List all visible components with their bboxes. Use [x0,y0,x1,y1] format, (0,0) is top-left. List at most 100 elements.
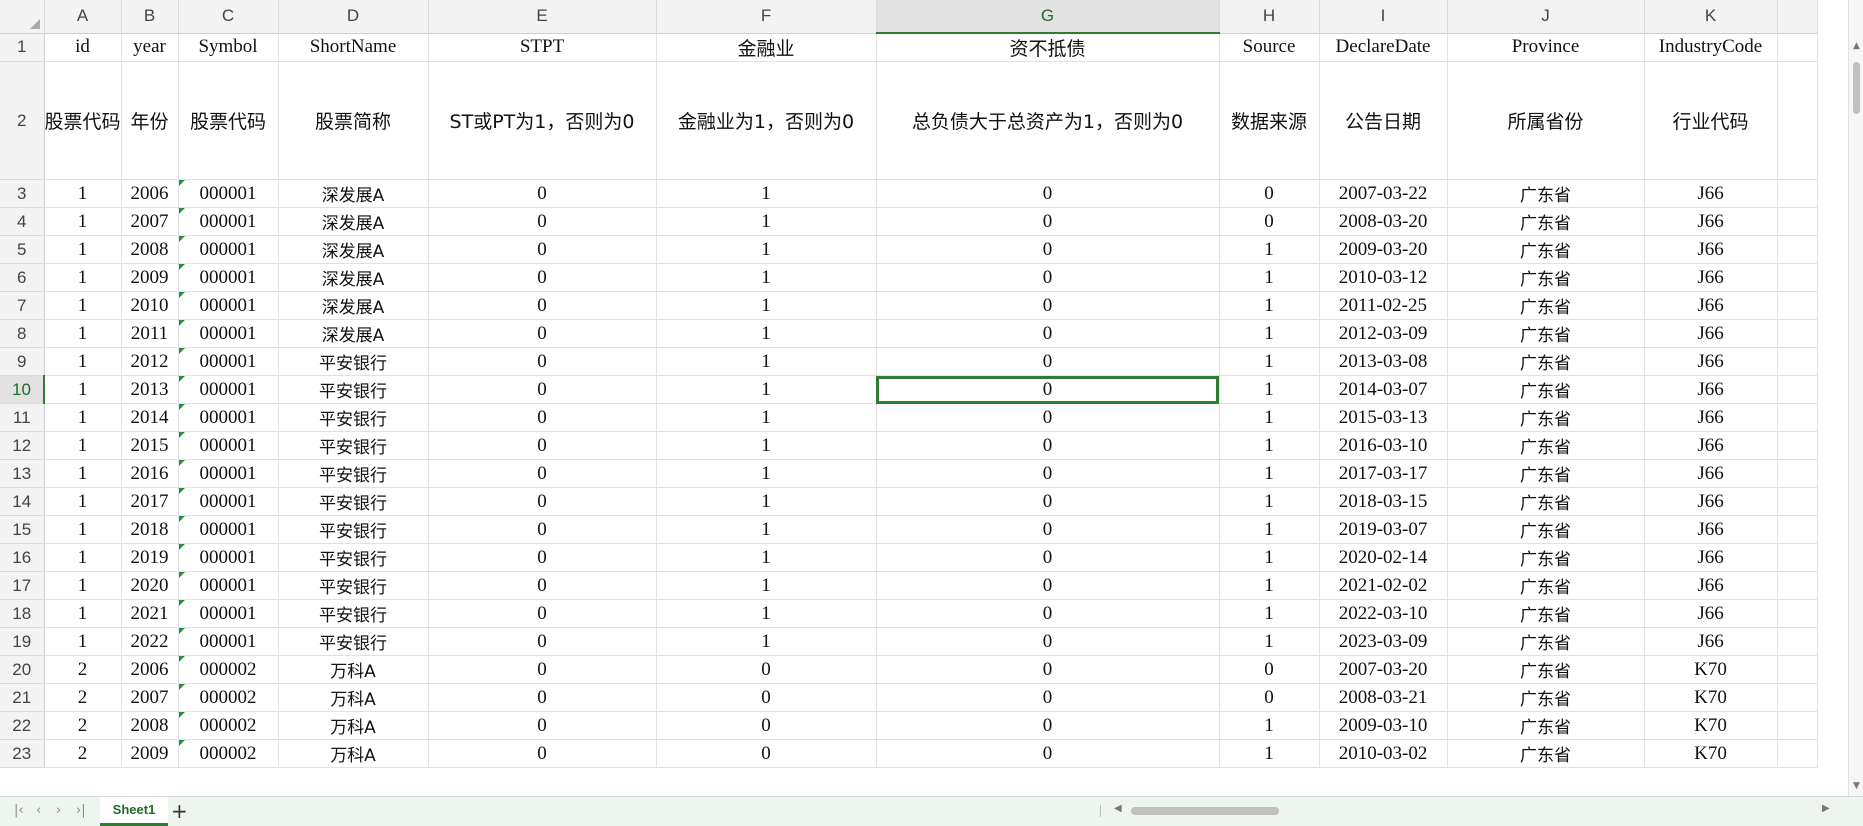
cell-g17[interactable]: 0 [876,571,1220,600]
cell-d6[interactable]: 深发展A [278,263,429,292]
cell-c22[interactable]: 000002 [178,711,279,740]
cell-j9[interactable]: 广东省 [1447,347,1645,376]
cell-b23[interactable]: 2009 [121,739,179,768]
row-header-16[interactable]: 16 [0,543,45,572]
cell-i14[interactable]: 2018-03-15 [1319,487,1448,516]
cell-f6[interactable]: 1 [656,263,877,292]
cell-b7[interactable]: 2010 [121,291,179,320]
cell-d17[interactable]: 平安银行 [278,571,429,600]
column-header-k[interactable]: K [1644,0,1778,34]
cell-g10[interactable]: 0 [876,375,1220,404]
cell-k10[interactable]: J66 [1644,375,1778,404]
cell-g19[interactable]: 0 [876,627,1220,656]
cell-k14[interactable]: J66 [1644,487,1778,516]
cell-k11[interactable]: J66 [1644,403,1778,432]
cell-i9[interactable]: 2013-03-08 [1319,347,1448,376]
cell-a11[interactable]: 1 [44,403,122,432]
cell-b16[interactable]: 2019 [121,543,179,572]
cell-i15[interactable]: 2019-03-07 [1319,515,1448,544]
cell-b2[interactable]: 年份 [121,61,179,180]
cell-j20[interactable]: 广东省 [1447,655,1645,684]
column-header-c[interactable]: C [178,0,279,34]
prev-sheet-icon[interactable]: ‹ [36,803,41,818]
cell-a2[interactable]: 股票代码 [44,61,122,180]
scroll-right-arrow-icon[interactable]: ▶ [1822,803,1830,814]
cell-g21[interactable]: 0 [876,683,1220,712]
cell-f10[interactable]: 1 [656,375,877,404]
cell-d5[interactable]: 深发展A [278,235,429,264]
cell-i2[interactable]: 公告日期 [1319,61,1448,180]
cell-j8[interactable]: 广东省 [1447,319,1645,348]
cell-j18[interactable]: 广东省 [1447,599,1645,628]
cell-c16[interactable]: 000001 [178,543,279,572]
column-header-j[interactable]: J [1447,0,1645,34]
row-header-9[interactable]: 9 [0,347,45,376]
cell-c11[interactable]: 000001 [178,403,279,432]
cell-a10[interactable]: 1 [44,375,122,404]
first-sheet-icon[interactable]: |‹ [14,803,24,818]
cell-h8[interactable]: 1 [1219,319,1320,348]
cell-e18[interactable]: 0 [428,599,657,628]
cell-a13[interactable]: 1 [44,459,122,488]
row-header-18[interactable]: 18 [0,599,45,628]
cell-a22[interactable]: 2 [44,711,122,740]
cell-k15[interactable]: J66 [1644,515,1778,544]
cell-h11[interactable]: 1 [1219,403,1320,432]
cell-k3[interactable]: J66 [1644,179,1778,208]
cell-a18[interactable]: 1 [44,599,122,628]
column-header-d[interactable]: D [278,0,429,34]
cell-h2[interactable]: 数据来源 [1219,61,1320,180]
cell-c5[interactable]: 000001 [178,235,279,264]
cell-d23[interactable]: 万科A [278,739,429,768]
cell-c19[interactable]: 000001 [178,627,279,656]
cell-k2[interactable]: 行业代码 [1644,61,1778,180]
cell-b5[interactable]: 2008 [121,235,179,264]
column-header-h[interactable]: H [1219,0,1320,34]
cell-h7[interactable]: 1 [1219,291,1320,320]
scroll-up-arrow-icon[interactable]: ▲ [1851,40,1862,52]
cell-d8[interactable]: 深发展A [278,319,429,348]
cell-c4[interactable]: 000001 [178,207,279,236]
cell-f16[interactable]: 1 [656,543,877,572]
cell-a9[interactable]: 1 [44,347,122,376]
cell-e4[interactable]: 0 [428,207,657,236]
cell-b18[interactable]: 2021 [121,599,179,628]
cell-f14[interactable]: 1 [656,487,877,516]
column-header-f[interactable]: F [656,0,877,34]
cell-e12[interactable]: 0 [428,431,657,460]
cell-c23[interactable]: 000002 [178,739,279,768]
cell-b4[interactable]: 2007 [121,207,179,236]
cell-b21[interactable]: 2007 [121,683,179,712]
cell-k21[interactable]: K70 [1644,683,1778,712]
cell-k19[interactable]: J66 [1644,627,1778,656]
cell-j2[interactable]: 所属省份 [1447,61,1645,180]
cell-g20[interactable]: 0 [876,655,1220,684]
cell-g23[interactable]: 0 [876,739,1220,768]
cell-e2[interactable]: ST或PT为1，否则为0 [428,61,657,180]
cell-a12[interactable]: 1 [44,431,122,460]
row-header-19[interactable]: 19 [0,627,45,656]
cell-g2[interactable]: 总负债大于总资产为1，否则为0 [876,61,1220,180]
row-header-15[interactable]: 15 [0,515,45,544]
cell-c6[interactable]: 000001 [178,263,279,292]
cell-e5[interactable]: 0 [428,235,657,264]
cell-c7[interactable]: 000001 [178,291,279,320]
cell-a17[interactable]: 1 [44,571,122,600]
cell-h14[interactable]: 1 [1219,487,1320,516]
cell-f12[interactable]: 1 [656,431,877,460]
cell-c2[interactable]: 股票代码 [178,61,279,180]
cell-f5[interactable]: 1 [656,235,877,264]
cell-e3[interactable]: 0 [428,179,657,208]
cell-c8[interactable]: 000001 [178,319,279,348]
cell-h15[interactable]: 1 [1219,515,1320,544]
cell-h13[interactable]: 1 [1219,459,1320,488]
cell-k13[interactable]: J66 [1644,459,1778,488]
cell-e21[interactable]: 0 [428,683,657,712]
cell-g12[interactable]: 0 [876,431,1220,460]
cell-e13[interactable]: 0 [428,459,657,488]
select-all-corner[interactable] [0,0,45,34]
cell-i4[interactable]: 2008-03-20 [1319,207,1448,236]
cell-b13[interactable]: 2016 [121,459,179,488]
cell-d4[interactable]: 深发展A [278,207,429,236]
cell-i8[interactable]: 2012-03-09 [1319,319,1448,348]
